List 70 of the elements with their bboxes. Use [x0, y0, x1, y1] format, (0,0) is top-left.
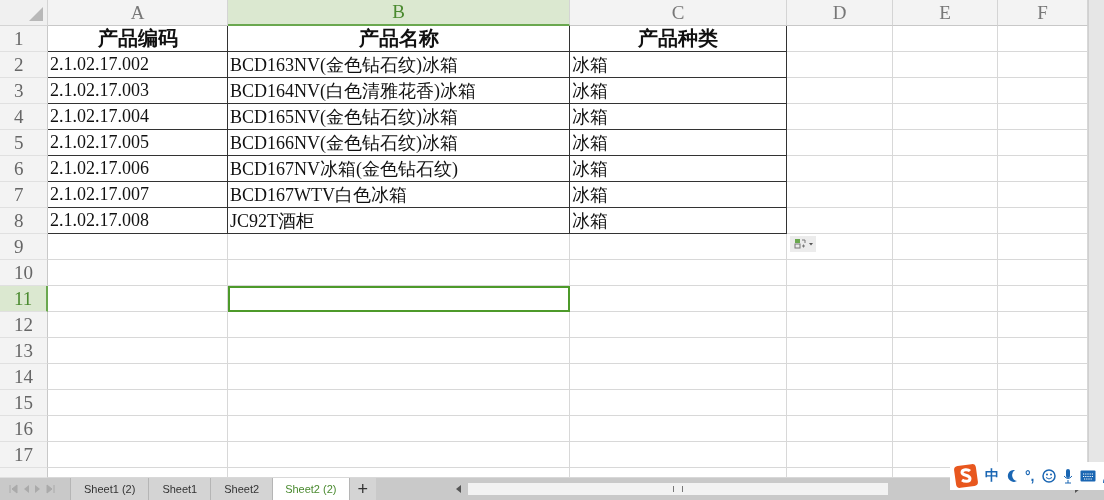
next-sheet-icon[interactable] [34, 484, 42, 494]
table-cell: 冰箱 [570, 182, 787, 208]
table-cell: 2.1.02.17.008 [48, 208, 228, 234]
paste-options-icon[interactable] [790, 236, 816, 252]
table-cell: JC92T酒柜 [228, 208, 570, 234]
microphone-icon[interactable] [1062, 468, 1073, 484]
row-header[interactable]: 16 [0, 416, 48, 442]
row-header[interactable]: 11 [0, 286, 48, 312]
table-cell: 2.1.02.17.006 [48, 156, 228, 182]
row-header[interactable]: 8 [0, 208, 48, 234]
keyboard-icon[interactable] [1079, 470, 1096, 482]
last-sheet-icon[interactable] [46, 484, 56, 494]
row-header[interactable]: 3 [0, 78, 48, 104]
table-cell: BCD167NV冰箱(金色钻石纹) [228, 156, 570, 182]
sheet-tab[interactable]: Sheet1 (2) [71, 478, 150, 500]
first-sheet-icon[interactable] [8, 484, 18, 494]
language-toggle[interactable]: 中 [985, 467, 999, 485]
add-sheet-button[interactable]: + [349, 478, 376, 500]
row-header[interactable]: 12 [0, 312, 48, 338]
column-header[interactable]: C [570, 0, 787, 26]
previous-sheet-icon[interactable] [22, 484, 30, 494]
table-cell: 2.1.02.17.003 [48, 78, 228, 104]
row-header[interactable]: 4 [0, 104, 48, 130]
logo-icon[interactable] [954, 464, 978, 488]
row-header[interactable]: 2 [0, 52, 48, 78]
table-cell: BCD165NV(金色钻石纹)冰箱 [228, 104, 570, 130]
table-cell: 冰箱 [570, 52, 787, 78]
table-cell: 2.1.02.17.007 [48, 182, 228, 208]
table-cell: BCD163NV(金色钻石纹)冰箱 [228, 52, 570, 78]
row-header[interactable]: 14 [0, 364, 48, 390]
table-cell: 2.1.02.17.004 [48, 104, 228, 130]
sheet-tab[interactable]: Sheet2 [211, 478, 274, 500]
sheet-tab[interactable]: Sheet2 (2) [273, 478, 350, 500]
corner-header[interactable] [0, 0, 48, 26]
column-header[interactable]: E [893, 0, 998, 26]
row-header[interactable]: 10 [0, 260, 48, 286]
table-cell: 冰箱 [570, 208, 787, 234]
column-header[interactable]: F [998, 0, 1088, 26]
horizontal-scrollbar[interactable] [468, 483, 888, 495]
table-cell: 冰箱 [570, 104, 787, 130]
row-header[interactable]: 7 [0, 182, 48, 208]
table-cell: 冰箱 [570, 130, 787, 156]
column-header[interactable]: B [228, 0, 570, 26]
row-header[interactable]: 17 [0, 442, 48, 468]
table-cell: 产品种类 [570, 26, 787, 52]
row-header[interactable]: 5 [0, 130, 48, 156]
moon-icon[interactable] [1006, 469, 1018, 483]
table-cell: BCD164NV(白色清雅花香)冰箱 [228, 78, 570, 104]
row-header[interactable]: 9 [0, 234, 48, 260]
table-cell: 冰箱 [570, 156, 787, 182]
column-header[interactable]: D [787, 0, 893, 26]
active-cell[interactable] [228, 286, 570, 312]
row-header[interactable]: 15 [0, 390, 48, 416]
row-header[interactable]: 1 [0, 26, 48, 52]
table-cell: 产品名称 [228, 26, 570, 52]
column-header[interactable]: A [48, 0, 228, 26]
table-cell: 2.1.02.17.002 [48, 52, 228, 78]
select-all-icon[interactable] [29, 7, 43, 21]
table-cell: 产品编码 [48, 26, 228, 52]
smiley-icon[interactable] [1041, 469, 1056, 483]
table-cell: BCD166NV(金色钻石纹)冰箱 [228, 130, 570, 156]
table-cell: 2.1.02.17.005 [48, 130, 228, 156]
sheet-tab[interactable]: Sheet1 [149, 478, 212, 500]
row-header[interactable]: 6 [0, 156, 48, 182]
table-cell: 冰箱 [570, 78, 787, 104]
scroll-left-icon[interactable] [454, 484, 462, 494]
row-header[interactable] [0, 468, 48, 478]
table-cell: BCD167WTV白色冰箱 [228, 182, 570, 208]
row-header[interactable]: 13 [0, 338, 48, 364]
punctuation-toggle[interactable]: °, [1025, 468, 1035, 484]
